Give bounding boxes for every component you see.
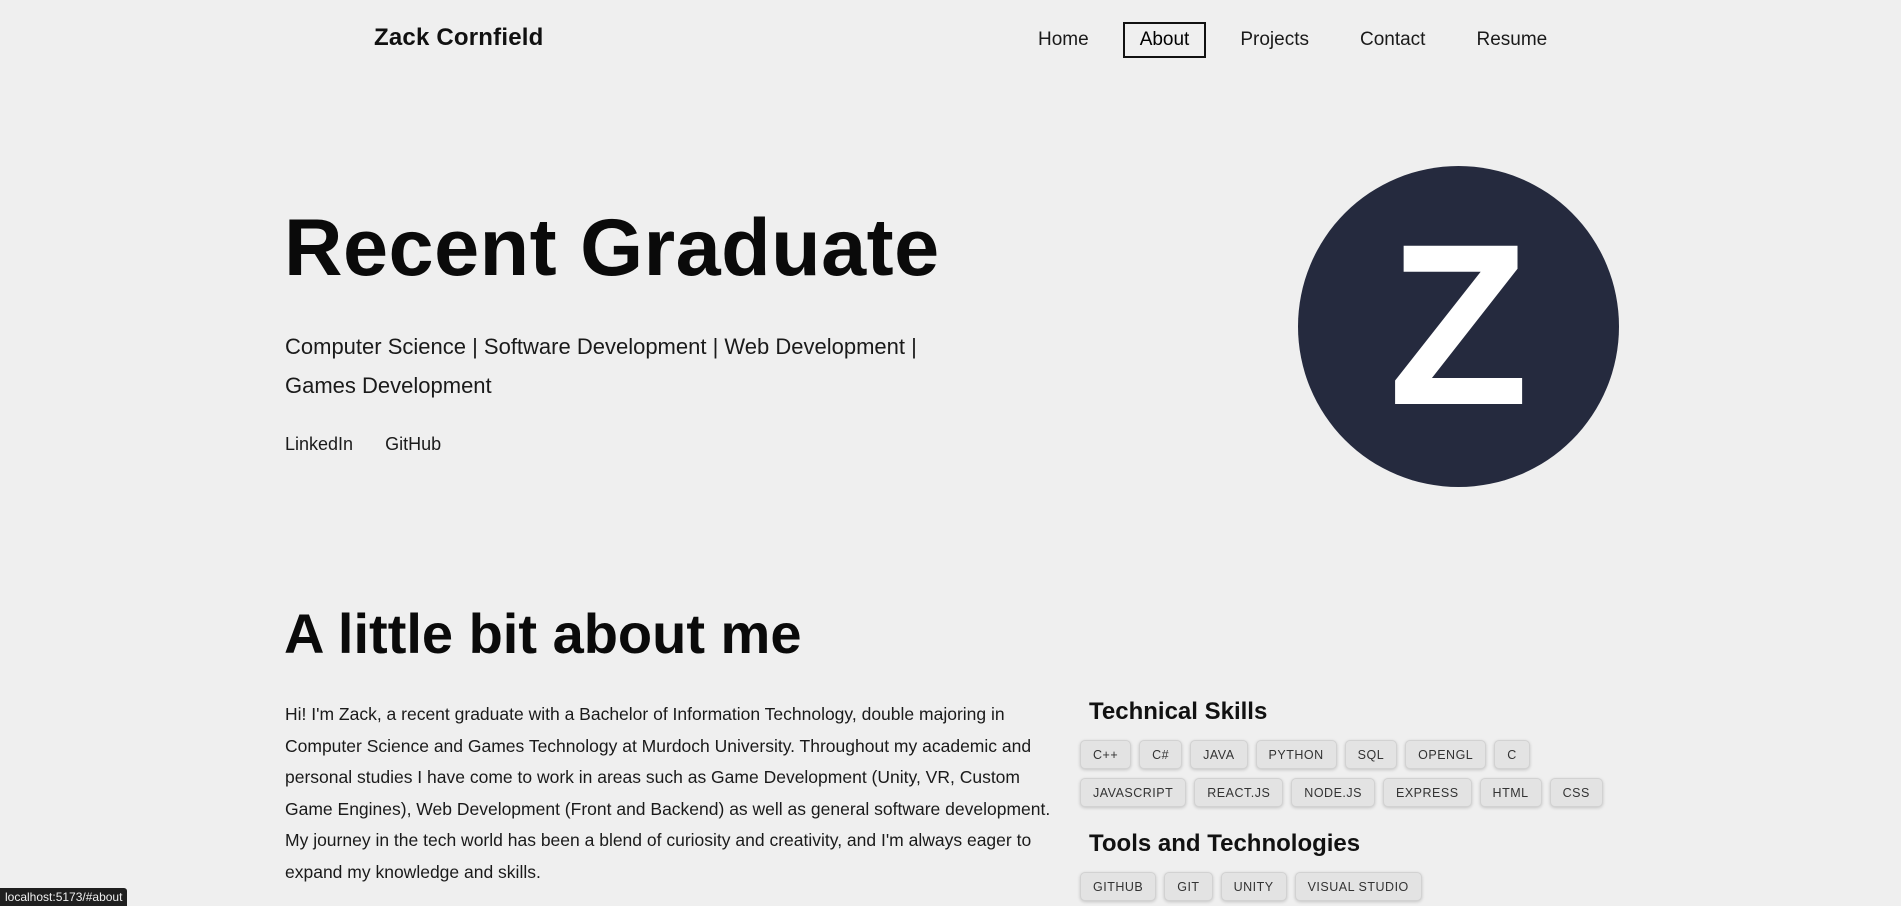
skill-tag: PYTHON xyxy=(1255,740,1337,769)
nav-contact[interactable]: Contact xyxy=(1343,22,1442,58)
nav-home[interactable]: Home xyxy=(1021,22,1106,58)
avatar: Z xyxy=(1298,166,1619,487)
main-nav: Home About Projects Contact Resume xyxy=(1021,22,1581,58)
tool-tag: VISUAL STUDIO xyxy=(1294,872,1422,901)
tool-tag: GIT xyxy=(1164,872,1213,901)
brand-name[interactable]: Zack Cornfield xyxy=(374,24,544,52)
about-text: Hi! I'm Zack, a recent graduate with a B… xyxy=(285,704,1051,882)
nav-resume[interactable]: Resume xyxy=(1459,22,1564,58)
linkedin-link[interactable]: LinkedIn xyxy=(285,434,353,455)
skill-tag: JAVA xyxy=(1190,740,1248,769)
status-bar-url: localhost:5173/#about xyxy=(0,888,128,906)
skill-tag: OPENGL xyxy=(1405,740,1487,769)
tools-title: Tools and Technologies xyxy=(1089,830,1361,857)
nav-about[interactable]: About xyxy=(1122,22,1207,58)
github-link[interactable]: GitHub xyxy=(385,434,441,455)
tool-tag: GITHUB xyxy=(1080,872,1157,901)
nav-projects[interactable]: Projects xyxy=(1223,22,1326,58)
hero-title: Recent Graduate xyxy=(284,203,940,293)
skill-tag: C++ xyxy=(1080,740,1132,769)
avatar-letter: Z xyxy=(1388,195,1529,453)
skill-tag: C# xyxy=(1139,740,1183,769)
skill-tag: HTML xyxy=(1479,778,1542,807)
technical-skills-row-1: C++ C# JAVA PYTHON SQL OPENGL C xyxy=(1080,740,1538,769)
skill-tag: EXPRESS xyxy=(1382,778,1472,807)
skill-tag: CSS xyxy=(1549,778,1603,807)
hero-subtitle: Computer Science | Software Development … xyxy=(285,334,917,398)
skill-tag: NODE.JS xyxy=(1291,778,1375,807)
page: Zack Cornfield Home About Projects Conta… xyxy=(0,0,1901,906)
technical-skills-row-2: JAVASCRIPT REACT.JS NODE.JS EXPRESS HTML… xyxy=(1080,778,1611,807)
skill-tag: JAVASCRIPT xyxy=(1080,778,1187,807)
skill-tag: REACT.JS xyxy=(1194,778,1284,807)
tool-tag: UNITY xyxy=(1220,872,1287,901)
tools-row-1: GITHUB GIT UNITY VISUAL STUDIO xyxy=(1080,872,1430,901)
skill-tag: C xyxy=(1494,740,1530,769)
site-header: Zack Cornfield Home About Projects Conta… xyxy=(0,0,1901,76)
skill-tag: SQL xyxy=(1344,740,1398,769)
technical-skills-title: Technical Skills xyxy=(1089,698,1268,725)
about-title: A little bit about me xyxy=(284,602,802,665)
social-links: LinkedIn GitHub xyxy=(285,434,473,455)
